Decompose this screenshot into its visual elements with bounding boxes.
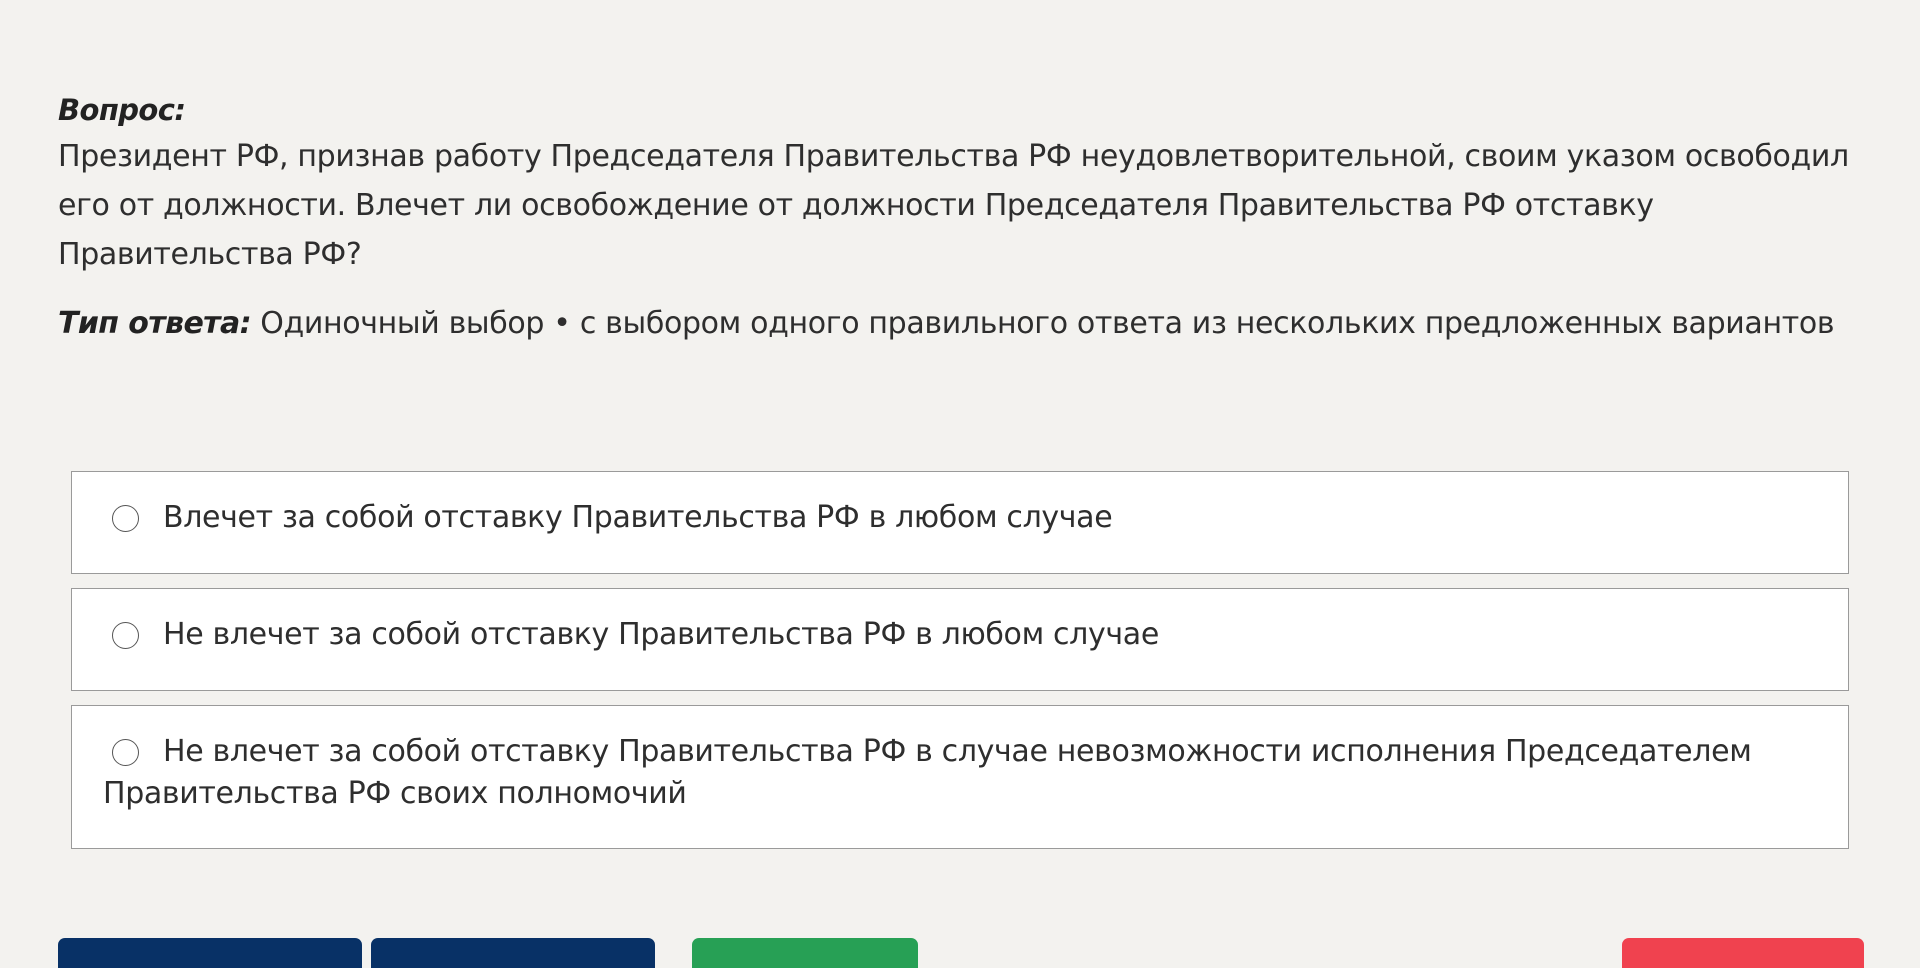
answer-option-3[interactable]: Не влечет за собой отставку Правительств… (71, 705, 1849, 849)
radio-button-icon[interactable] (112, 505, 139, 532)
question-text: Президент РФ, признав работу Председател… (58, 139, 1849, 272)
next-button[interactable] (371, 938, 655, 968)
answer-type-label: Тип ответа: (58, 306, 252, 341)
previous-button[interactable] (58, 938, 362, 968)
answer-option-2[interactable]: Не влечет за собой отставку Правительств… (71, 588, 1849, 691)
radio-button-icon[interactable] (112, 622, 139, 649)
radio-button-icon[interactable] (112, 739, 139, 766)
answer-type-value: Одиночный выбор • с выбором одного прави… (260, 306, 1835, 341)
question-label: Вопрос: (58, 93, 186, 127)
answer-option-label: Влечет за собой отставку Правительства Р… (163, 500, 1113, 535)
submit-answer-button[interactable] (692, 938, 918, 968)
answer-options: Влечет за собой отставку Правительства Р… (71, 471, 1849, 863)
answer-type: Тип ответа: Одиночный выбор • с выбором … (58, 302, 1868, 346)
question-block: Вопрос: Президент РФ, признав работу Пре… (58, 88, 1868, 279)
finish-button[interactable] (1622, 938, 1864, 968)
answer-option-label: Не влечет за собой отставку Правительств… (163, 617, 1159, 652)
answer-option-1[interactable]: Влечет за собой отставку Правительства Р… (71, 471, 1849, 574)
answer-option-label: Не влечет за собой отставку Правительств… (103, 734, 1752, 811)
